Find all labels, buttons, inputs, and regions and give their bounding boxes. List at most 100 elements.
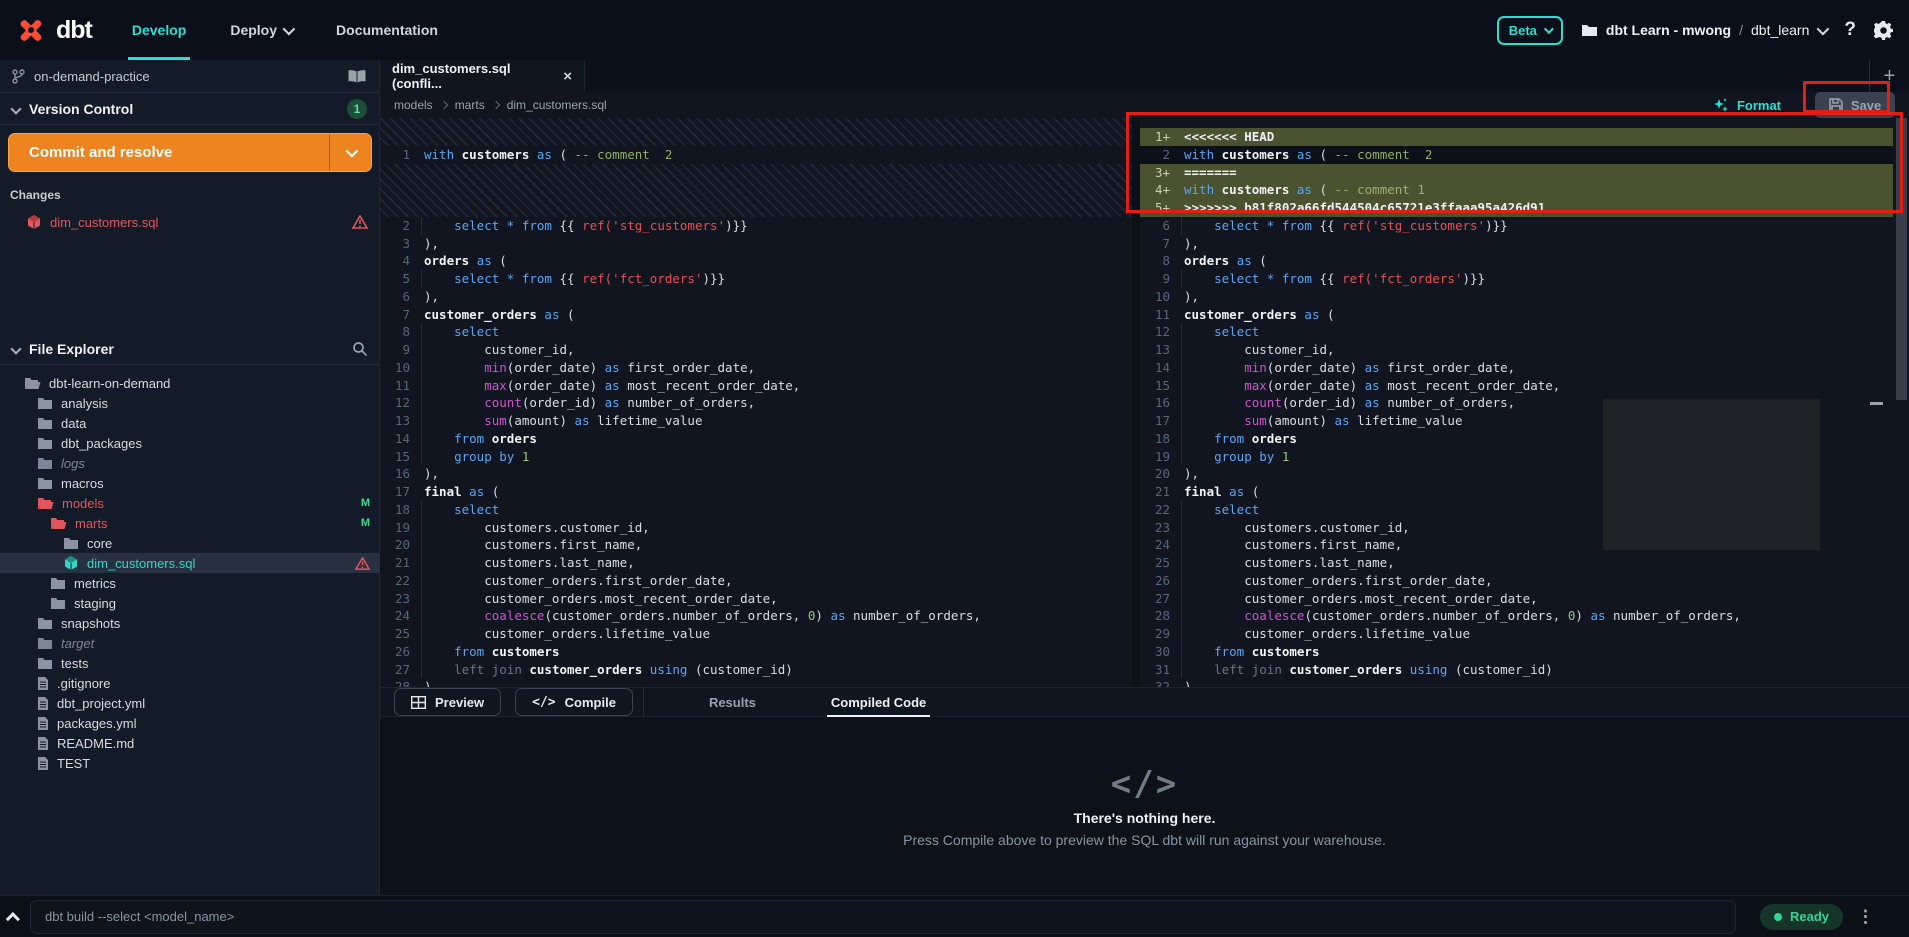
tree-item-readme-md[interactable]: README.md xyxy=(0,733,380,753)
docs-book-icon[interactable] xyxy=(347,69,367,84)
pane-divider[interactable] xyxy=(1132,118,1140,687)
left-code-pane[interactable]: 1with customers as ( -- comment 2 2 selec… xyxy=(380,118,1132,687)
code-line[interactable]: 31 left join customer_orders using (cust… xyxy=(1140,661,1893,679)
code-line[interactable]: 11customer_orders as ( xyxy=(1140,306,1893,324)
code-line[interactable]: 7customer_orders as ( xyxy=(380,306,1132,324)
code-line[interactable]: 4orders as ( xyxy=(380,252,1132,270)
code-line[interactable]: 4+with customers as ( -- comment 1 xyxy=(1140,181,1893,199)
code-line[interactable]: 7), xyxy=(1140,235,1893,253)
search-icon[interactable] xyxy=(352,341,368,357)
code-line[interactable]: 25 customer_orders.lifetime_value xyxy=(380,625,1132,643)
changed-file-item[interactable]: dim_customers.sql xyxy=(0,210,380,234)
code-line[interactable]: 1+<<<<<<< HEAD xyxy=(1140,128,1893,146)
code-line[interactable]: 26 from customers xyxy=(380,643,1132,661)
code-line[interactable]: 14 min(order_date) as first_order_date, xyxy=(1140,359,1893,377)
kebab-menu-icon[interactable]: ⋮ xyxy=(1857,907,1874,927)
help-icon[interactable]: ? xyxy=(1844,19,1856,41)
tree-item-snapshots[interactable]: snapshots xyxy=(0,613,380,633)
code-line[interactable]: 30 from customers xyxy=(1140,643,1893,661)
tree-item-logs[interactable]: logs xyxy=(0,453,380,473)
tree-item-tests[interactable]: tests xyxy=(0,653,380,673)
code-line[interactable]: 28) xyxy=(380,678,1132,687)
tree-item-target[interactable]: target xyxy=(0,633,380,653)
tree-item--gitignore[interactable]: .gitignore xyxy=(0,673,380,693)
project-switcher[interactable]: dbt Learn - mwong / dbt_learn xyxy=(1581,22,1827,38)
branch-name[interactable]: on-demand-practice xyxy=(34,69,150,84)
code-line[interactable]: 14 from orders xyxy=(380,430,1132,448)
code-line[interactable]: 8orders as ( xyxy=(1140,252,1893,270)
code-line[interactable]: 20 customers.first_name, xyxy=(380,536,1132,554)
nav-item-develop[interactable]: Develop xyxy=(132,0,186,60)
code-line[interactable]: 3+======= xyxy=(1140,164,1893,182)
tab-compiled-code[interactable]: Compiled Code xyxy=(821,687,936,717)
scrollbar-thumb[interactable] xyxy=(1896,118,1907,400)
nav-item-documentation[interactable]: Documentation xyxy=(336,0,438,60)
code-line[interactable]: 28 coalesce(customer_orders.number_of_or… xyxy=(1140,607,1893,625)
code-line[interactable]: 26 customer_orders.first_order_date, xyxy=(1140,572,1893,590)
commit-dropdown-toggle[interactable] xyxy=(329,134,371,171)
code-line[interactable]: 2 select * from {{ ref('stg_customers')}… xyxy=(380,217,1132,235)
code-line[interactable]: 32) xyxy=(1140,678,1893,687)
commit-and-resolve-button[interactable]: Commit and resolve xyxy=(8,133,372,172)
code-line[interactable]: 1with customers as ( -- comment 2 xyxy=(380,146,1132,164)
code-line[interactable]: 24 coalesce(customer_orders.number_of_or… xyxy=(380,607,1132,625)
code-line[interactable]: 27 customer_orders.most_recent_order_dat… xyxy=(1140,590,1893,608)
chevron-up-icon[interactable] xyxy=(0,912,30,922)
save-button[interactable]: Save xyxy=(1815,92,1895,118)
code-line[interactable]: 17final as ( xyxy=(380,483,1132,501)
close-icon[interactable]: × xyxy=(563,68,572,85)
tree-item-analysis[interactable]: analysis xyxy=(0,393,380,413)
tree-item-staging[interactable]: staging xyxy=(0,593,380,613)
code-line[interactable]: 11 max(order_date) as most_recent_order_… xyxy=(380,377,1132,395)
gear-icon[interactable] xyxy=(1874,21,1893,40)
nav-item-deploy[interactable]: Deploy xyxy=(230,0,292,60)
code-line[interactable]: 13 customer_id, xyxy=(1140,341,1893,359)
file-explorer-header[interactable]: File Explorer xyxy=(0,333,380,365)
code-line[interactable]: 15 group by 1 xyxy=(380,448,1132,466)
tree-item-dbt-packages[interactable]: dbt_packages xyxy=(0,433,380,453)
code-line[interactable]: 25 customers.last_name, xyxy=(1140,554,1893,572)
tree-item-marts[interactable]: martsM xyxy=(0,513,380,533)
code-line[interactable]: 29 customer_orders.lifetime_value xyxy=(1140,625,1893,643)
code-line[interactable]: 5+>>>>>>> b81f802a66fd544504c65721e3ffaa… xyxy=(1140,199,1893,217)
breadcrumb-file[interactable]: dim_customers.sql xyxy=(507,98,607,112)
tree-item-data[interactable]: data xyxy=(0,413,380,433)
tree-item-macros[interactable]: macros xyxy=(0,473,380,493)
format-button[interactable]: Format xyxy=(1713,97,1781,113)
code-line[interactable]: 5 select * from {{ ref('fct_orders')}} xyxy=(380,270,1132,288)
code-line[interactable]: 15 max(order_date) as most_recent_order_… xyxy=(1140,377,1893,395)
code-line[interactable]: 13 sum(amount) as lifetime_value xyxy=(380,412,1132,430)
tree-item-metrics[interactable]: metrics xyxy=(0,573,380,593)
code-line[interactable]: 9 select * from {{ ref('fct_orders')}} xyxy=(1140,270,1893,288)
code-line[interactable]: 9 customer_id, xyxy=(380,341,1132,359)
tree-item-packages-yml[interactable]: packages.yml xyxy=(0,713,380,733)
code-line[interactable]: 21 customers.last_name, xyxy=(380,554,1132,572)
tree-item-core[interactable]: core xyxy=(0,533,380,553)
code-line[interactable]: 6 select * from {{ ref('stg_customers')}… xyxy=(1140,217,1893,235)
code-line[interactable]: 27 left join customer_orders using (cust… xyxy=(380,661,1132,679)
code-line[interactable]: 10 min(order_date) as first_order_date, xyxy=(380,359,1132,377)
version-control-header[interactable]: Version Control 1 xyxy=(0,93,379,125)
code-line[interactable]: 10), xyxy=(1140,288,1893,306)
code-line[interactable]: 19 customers.customer_id, xyxy=(380,519,1132,537)
code-line[interactable]: 18 select xyxy=(380,501,1132,519)
code-line[interactable]: 8 select xyxy=(380,323,1132,341)
tree-item-test[interactable]: TEST xyxy=(0,753,380,773)
editor-scrollbar[interactable] xyxy=(1893,118,1909,687)
breadcrumb-marts[interactable]: marts xyxy=(455,98,485,112)
breadcrumb-models[interactable]: models xyxy=(394,98,433,112)
code-line[interactable]: 23 customer_orders.most_recent_order_dat… xyxy=(380,590,1132,608)
tree-item-dbt-project-yml[interactable]: dbt_project.yml xyxy=(0,693,380,713)
command-input[interactable] xyxy=(30,900,1736,934)
compile-button[interactable]: </> Compile xyxy=(515,688,633,716)
tab-dim-customers[interactable]: dim_customers.sql (confli... × xyxy=(380,60,585,92)
code-line[interactable]: 22 customer_orders.first_order_date, xyxy=(380,572,1132,590)
beta-badge[interactable]: Beta xyxy=(1497,16,1563,45)
code-line[interactable]: 12 select xyxy=(1140,323,1893,341)
tree-item-dim-customers-sql[interactable]: dim_customers.sql xyxy=(0,553,380,573)
tree-item-models[interactable]: modelsM xyxy=(0,493,380,513)
code-line[interactable]: 6), xyxy=(380,288,1132,306)
code-line[interactable]: 12 count(order_id) as number_of_orders, xyxy=(380,394,1132,412)
dbt-logo[interactable]: dbt xyxy=(0,13,110,47)
code-line[interactable]: 16), xyxy=(380,465,1132,483)
